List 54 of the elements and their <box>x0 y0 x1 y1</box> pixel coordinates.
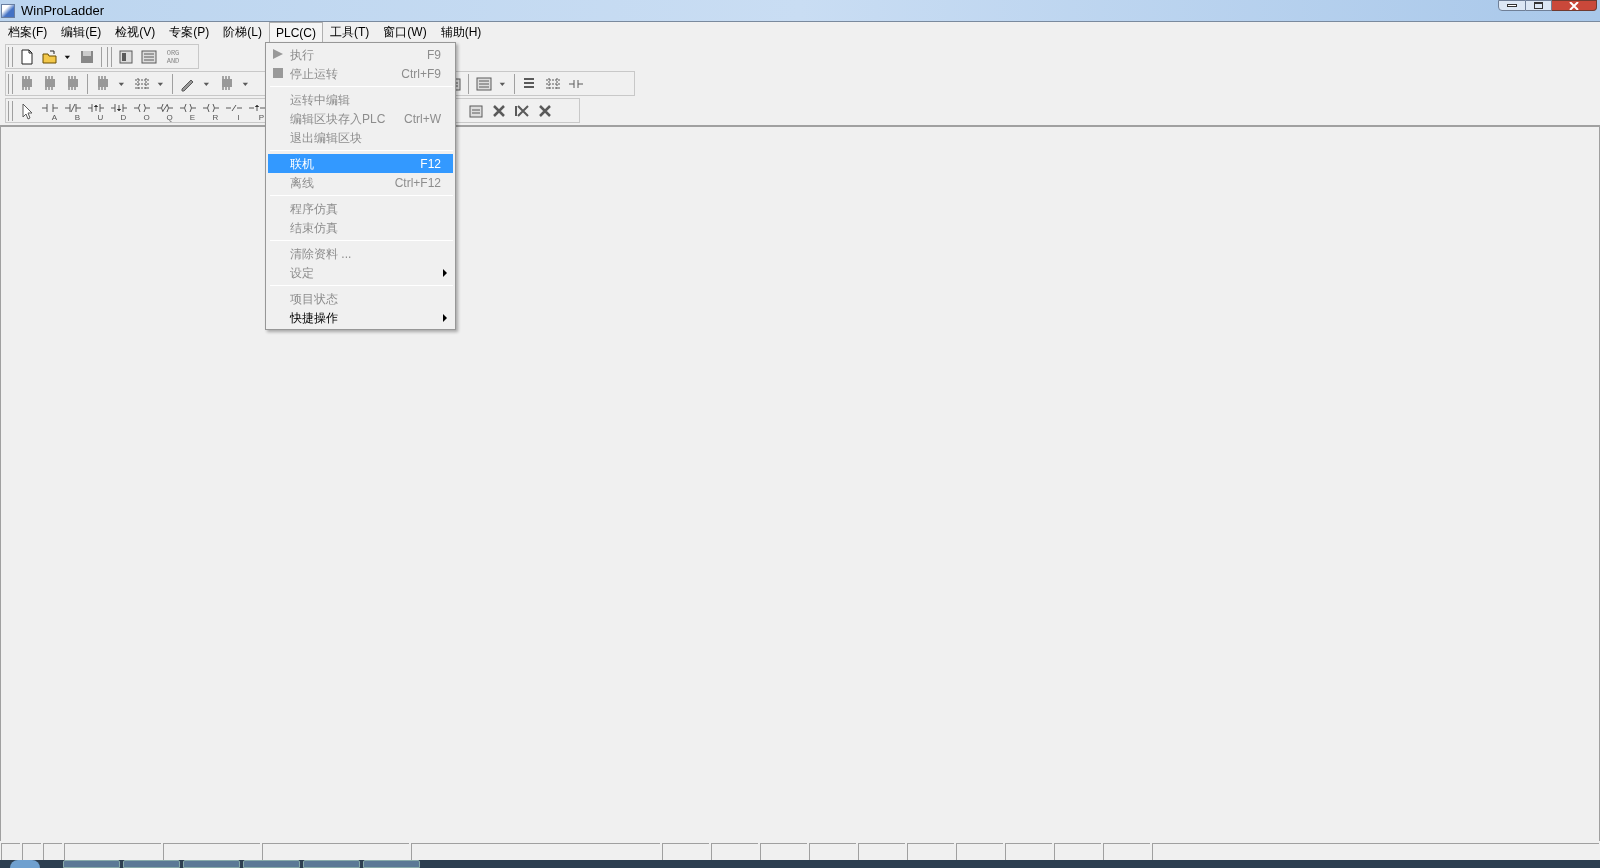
ladder-symbol-button[interactable]: U <box>84 99 107 122</box>
menu-item[interactable]: 阶梯(L) <box>216 22 269 42</box>
ladder-symbol-icon <box>132 101 151 114</box>
start-button[interactable] <box>10 860 40 868</box>
menu-item[interactable]: 窗口(W) <box>376 22 434 42</box>
panel-icon <box>116 47 135 66</box>
ladder-symbol-button[interactable]: E <box>176 99 199 122</box>
minimize-button[interactable] <box>1498 0 1526 11</box>
menu-item[interactable]: 专案(P) <box>162 22 217 42</box>
ladder-symbol-icon <box>178 101 197 114</box>
taskbar-button[interactable] <box>63 860 120 868</box>
menu-item[interactable]: PLC(C) <box>269 22 323 42</box>
menu-item[interactable]: 工具(T) <box>323 22 377 42</box>
ladder-symbol-icon <box>86 101 105 114</box>
ladder-symbol-button[interactable]: D <box>107 99 130 122</box>
maximize-button[interactable] <box>1526 0 1552 11</box>
grid-icon <box>139 47 158 66</box>
grid-icon <box>474 74 493 93</box>
ladder-symbol-button[interactable]: Q <box>153 99 176 122</box>
ladder-symbol-button[interactable]: I <box>222 99 245 122</box>
taskbar-button[interactable] <box>303 860 360 868</box>
menu-item[interactable]: 快捷操作 <box>268 308 453 327</box>
ladder-symbol-icon <box>63 101 82 114</box>
ladder-symbol-button[interactable]: O <box>130 99 153 122</box>
menu-item[interactable]: 编辑(E) <box>54 22 109 42</box>
menu-item[interactable]: 检视(V) <box>108 22 163 42</box>
taskbar-button[interactable] <box>363 860 420 868</box>
taskbar-button[interactable] <box>243 860 300 868</box>
menu-item[interactable]: 辅助(H) <box>433 22 489 42</box>
ladder-symbol-button[interactable]: R <box>199 99 222 122</box>
shortcut-label: F9 <box>427 46 441 64</box>
submenu-arrow-icon <box>443 314 447 322</box>
ladder-symbol-button[interactable]: B <box>61 99 84 122</box>
app-icon <box>1 3 15 18</box>
ladder-symbol-icon <box>40 101 59 114</box>
shortcut-label: Ctrl+F12 <box>394 174 441 192</box>
ladder-symbol-icon <box>155 101 174 114</box>
play-icon <box>273 49 283 59</box>
shortcut-label: F12 <box>420 155 441 173</box>
shortcut-label: Ctrl+W <box>404 110 441 128</box>
stop-icon <box>273 68 283 78</box>
ladder-symbol-icon <box>201 101 220 114</box>
ladder-symbol-icon <box>109 101 128 114</box>
taskbar-button[interactable] <box>183 860 240 868</box>
submenu-arrow-icon <box>443 269 447 277</box>
ladder-symbol-button[interactable]: P <box>245 99 268 122</box>
taskbar-button[interactable] <box>123 860 180 868</box>
ladder-symbol-button[interactable]: A <box>38 99 61 122</box>
menu-item[interactable]: 档案(F) <box>1 22 55 42</box>
open-folder-icon <box>40 47 59 66</box>
window-title: WinProLadder <box>21 1 105 20</box>
close-button[interactable] <box>1552 0 1597 11</box>
close-icon <box>1569 1 1579 10</box>
shortcut-label: Ctrl+F9 <box>401 65 441 83</box>
